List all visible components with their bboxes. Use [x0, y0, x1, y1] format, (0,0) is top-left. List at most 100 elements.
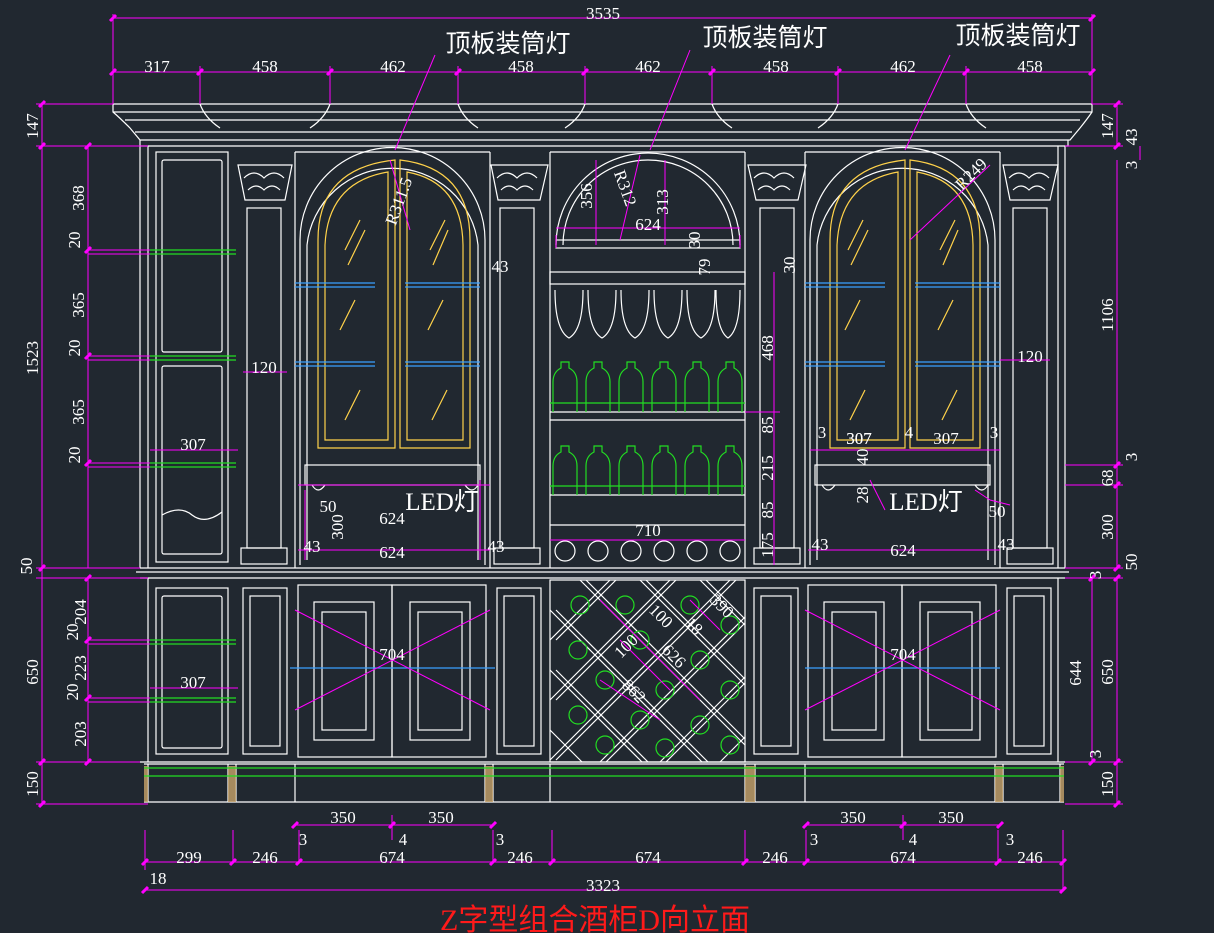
dim-right-68: 68 — [1098, 470, 1117, 487]
dim-right-50: 50 — [1122, 554, 1141, 571]
dim-top-7: 462 — [890, 57, 916, 76]
dim-glass-468: 468 — [758, 335, 777, 361]
dim-left-20b: 20 — [65, 340, 84, 357]
dim-right-147: 147 — [1098, 113, 1117, 139]
dim-top-total: 3535 — [586, 4, 620, 23]
dim-panel-307a: 307 — [180, 435, 206, 454]
dim-r-50: 50 — [989, 502, 1006, 521]
dim-left-20e: 20 — [63, 684, 82, 701]
dim-left-50: 50 — [17, 558, 36, 575]
dim-led-43b: 43 — [488, 537, 505, 556]
dim-r-40: 40 — [853, 449, 872, 466]
dim-right-150: 150 — [1098, 771, 1117, 797]
dim-led-624b: 624 — [379, 543, 405, 562]
dim-col-120b: 120 — [1017, 347, 1043, 366]
dim-right-3a: 3 — [1122, 161, 1141, 170]
dim-rack-215: 215 — [758, 455, 777, 481]
dim-left-223: 223 — [71, 655, 90, 681]
dim-bot-3c: 3 — [810, 830, 819, 849]
label-ceiling-light-1: 顶板装筒灯 — [445, 30, 570, 58]
dim-bot-total: 3323 — [586, 876, 620, 895]
dim-left-203: 203 — [71, 721, 90, 747]
dim-led-624a: 624 — [379, 509, 405, 528]
dim-left-1523: 1523 — [23, 341, 42, 375]
dim-bot-674c: 674 — [890, 848, 916, 867]
dim-bot-350d: 350 — [938, 808, 964, 827]
dim-arch-30b: 30 — [780, 257, 799, 274]
dim-arch-79: 79 — [695, 259, 714, 276]
dim-bot-4b: 4 — [909, 830, 918, 849]
dim-col-120a: 120 — [251, 358, 277, 377]
dim-right-3d: 3 — [1086, 750, 1105, 759]
dim-top-5: 462 — [635, 57, 661, 76]
label-ceiling-light-2: 顶板装筒灯 — [702, 24, 827, 52]
dim-bot-18: 18 — [150, 869, 167, 888]
dim-r-3a: 3 — [818, 423, 827, 442]
dim-left-365a: 365 — [69, 292, 88, 318]
dim-arch-624: 624 — [635, 215, 661, 234]
dim-bot-350c: 350 — [840, 808, 866, 827]
dim-rack-85b: 85 — [758, 502, 777, 519]
dim-right-1106: 1106 — [1098, 298, 1117, 331]
dim-door-704b: 704 — [890, 645, 916, 664]
dim-top-6: 458 — [763, 57, 789, 76]
dim-top-1: 317 — [144, 57, 170, 76]
dim-r-3b: 3 — [990, 423, 999, 442]
dim-left-20d: 20 — [63, 624, 82, 641]
dim-r-4: 4 — [905, 423, 914, 442]
dim-top-2: 458 — [252, 57, 278, 76]
dim-led-50a: 50 — [320, 497, 337, 516]
dim-right-3b: 3 — [1122, 453, 1141, 462]
dim-right-43: 43 — [1122, 129, 1141, 146]
dim-bot-246a: 246 — [252, 848, 278, 867]
dim-left-20a: 20 — [65, 232, 84, 249]
dim-top-8: 458 — [1017, 57, 1043, 76]
dim-r-28: 28 — [853, 487, 872, 504]
dim-arch-313: 313 — [653, 189, 672, 215]
dim-bot-4a: 4 — [399, 830, 408, 849]
dim-rack-175: 175 — [758, 532, 777, 558]
dim-bot-350a: 350 — [330, 808, 356, 827]
dim-bot-246b: 246 — [507, 848, 533, 867]
dim-r-307a: 307 — [846, 429, 872, 448]
dim-bot-3d: 3 — [1006, 830, 1015, 849]
dim-right-650: 650 — [1098, 659, 1117, 685]
dim-right-300: 300 — [1098, 514, 1117, 540]
dim-top-4: 458 — [508, 57, 534, 76]
elevation-drawing: 3535317 458 462 458 462 458 462 458147368203652… — [0, 0, 1214, 933]
dim-left-368: 368 — [69, 185, 88, 211]
dim-right-644: 644 — [1066, 660, 1085, 686]
dim-left-365b: 365 — [69, 399, 88, 425]
dim-rack-85a: 85 — [758, 417, 777, 434]
dim-left-20c: 20 — [65, 447, 84, 464]
dim-panel-307c: 307 — [180, 673, 206, 692]
dim-col-43a: 43 — [492, 257, 509, 276]
dim-bot-246c: 246 — [762, 848, 788, 867]
dim-bot-3a: 3 — [299, 830, 308, 849]
dim-left-147: 147 — [23, 113, 42, 139]
dim-r-43a: 43 — [812, 535, 829, 554]
dim-bot-674b: 674 — [635, 848, 661, 867]
label-ceiling-light-3: 顶板装筒灯 — [955, 22, 1080, 50]
dim-bot-299: 299 — [176, 848, 202, 867]
dim-led-300: 300 — [328, 514, 347, 540]
dim-bot-674a: 674 — [379, 848, 405, 867]
dim-r-307b: 307 — [933, 429, 959, 448]
dim-r-624: 624 — [890, 541, 916, 560]
dim-arch-356: 356 — [577, 183, 596, 209]
dim-led-43a: 43 — [304, 537, 321, 556]
dim-r-43b: 43 — [998, 535, 1015, 554]
dim-left-150: 150 — [23, 771, 42, 797]
dim-right-3c: 3 — [1086, 571, 1105, 580]
dim-arch-30a: 30 — [685, 232, 704, 249]
dim-door-704a: 704 — [379, 645, 405, 664]
dim-bot-3b: 3 — [496, 830, 505, 849]
dim-bot-246d: 246 — [1017, 848, 1043, 867]
dim-top-3: 462 — [380, 57, 406, 76]
label-led-right: LED灯 — [889, 488, 963, 516]
label-led-left: LED灯 — [405, 488, 479, 516]
dim-bot-350b: 350 — [428, 808, 454, 827]
dim-left-204: 204 — [71, 599, 90, 625]
dim-left-650: 650 — [23, 659, 42, 685]
drawing-title: Z字型组合酒柜D向立面 — [440, 904, 750, 933]
